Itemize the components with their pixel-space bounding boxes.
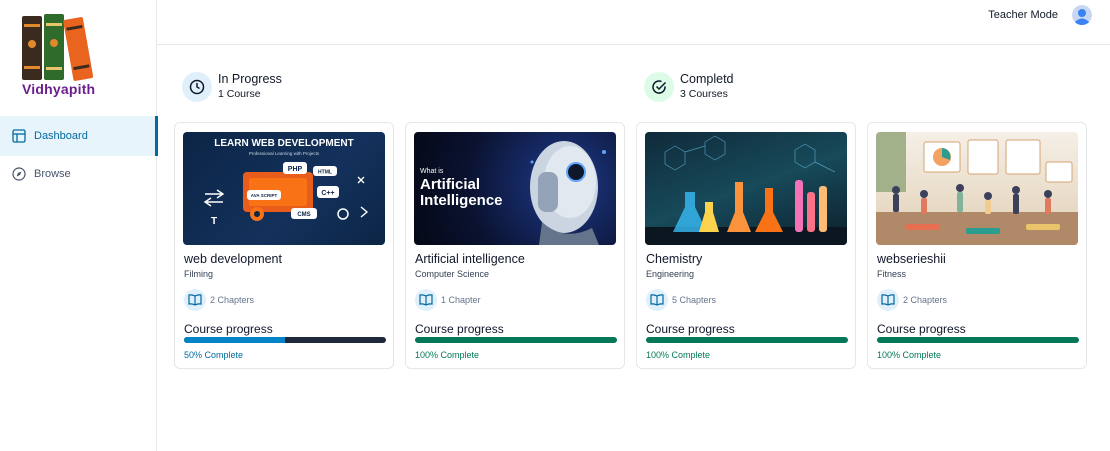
progress-text: 100% Complete xyxy=(646,350,711,360)
stat-completed: Completd 3 Courses xyxy=(644,70,734,104)
course-card-web-development[interactable]: LEARN WEB DEVELOPMENT Professional Learn… xyxy=(174,122,394,369)
progress-fill xyxy=(415,337,617,343)
book-open-icon xyxy=(877,289,899,311)
thumb-tag: HTML xyxy=(318,170,332,176)
stat-title: Completd xyxy=(680,72,734,86)
course-title: Chemistry xyxy=(646,252,703,266)
svg-text:T: T xyxy=(211,216,217,227)
app-root: Vidhyapith Dashboard Browse Teacher Mode… xyxy=(0,0,1110,451)
teacher-mode-button[interactable]: Teacher Mode xyxy=(988,9,1058,21)
progress-bar xyxy=(184,337,386,343)
chapter-count: 1 Chapter xyxy=(415,289,481,311)
books-logo-icon xyxy=(22,14,94,81)
chapter-label: 5 Chapters xyxy=(672,295,717,305)
progress-fill xyxy=(877,337,1079,343)
course-thumbnail xyxy=(876,132,1078,245)
chapter-count: 2 Chapters xyxy=(877,289,947,311)
check-circle-icon xyxy=(644,72,674,102)
clock-icon xyxy=(182,72,212,102)
layout-icon xyxy=(12,129,26,143)
sidebar-item-label: Browse xyxy=(34,168,71,180)
sidebar-item-dashboard[interactable]: Dashboard xyxy=(0,116,158,156)
course-title: web development xyxy=(184,252,282,266)
course-category: Computer Science xyxy=(415,269,490,279)
progress-label: Course progress xyxy=(646,322,735,336)
progress-bar xyxy=(415,337,617,343)
progress-text: 100% Complete xyxy=(415,350,480,360)
thumb-tag: PHP xyxy=(288,166,303,173)
thumb-line2: Intelligence xyxy=(420,192,503,209)
course-card-chemistry[interactable]: Chemistry Engineering 5 Chapters Course … xyxy=(636,122,856,369)
top-header: Teacher Mode xyxy=(157,0,1110,45)
avatar[interactable] xyxy=(1072,5,1092,25)
chapter-label: 2 Chapters xyxy=(210,295,255,305)
course-category: Filming xyxy=(184,269,214,279)
progress-text: 100% Complete xyxy=(877,350,942,360)
stat-subtitle: 3 Courses xyxy=(680,88,728,100)
course-title: webserieshii xyxy=(877,252,946,266)
chapter-count: 2 Chapters xyxy=(184,289,254,311)
course-thumbnail: What is Artificial Intelligence xyxy=(414,132,616,245)
progress-fill xyxy=(646,337,848,343)
thumb-title: LEARN WEB DEVELOPMENT xyxy=(214,138,353,149)
progress-fill xyxy=(184,337,285,343)
course-category: Engineering xyxy=(646,269,695,279)
book-open-icon xyxy=(184,289,206,311)
course-thumbnail xyxy=(645,132,847,245)
thumb-small: What is xyxy=(420,168,444,175)
course-card-webserieshii[interactable]: webserieshii Fitness 2 Chapters Course p… xyxy=(867,122,1087,369)
course-title: Artificial intelligence xyxy=(415,252,525,266)
progress-text: 50% Complete xyxy=(184,350,244,360)
compass-icon xyxy=(12,167,26,181)
chapter-count: 5 Chapters xyxy=(646,289,716,311)
stat-subtitle: 1 Course xyxy=(218,88,261,100)
thumb-subtitle: Professional Learning with Projects xyxy=(249,151,320,156)
book-open-icon xyxy=(646,289,668,311)
stat-in-progress: In Progress 1 Course xyxy=(182,70,282,104)
course-thumbnail: LEARN WEB DEVELOPMENT Professional Learn… xyxy=(183,132,385,245)
book-open-icon xyxy=(415,289,437,311)
brand-name: Vidhyapith xyxy=(22,81,96,97)
progress-label: Course progress xyxy=(415,322,504,336)
chapter-label: 2 Chapters xyxy=(903,295,948,305)
thumb-tag: AVA SCRIPT xyxy=(251,193,278,198)
thumb-line1: Artificial xyxy=(420,176,480,193)
thumb-tag: C++ xyxy=(321,190,334,197)
logo[interactable]: Vidhyapith xyxy=(18,14,98,100)
progress-label: Course progress xyxy=(184,322,273,336)
sidebar-item-label: Dashboard xyxy=(34,130,88,142)
sidebar-item-browse[interactable]: Browse xyxy=(0,154,157,194)
course-category: Fitness xyxy=(877,269,907,279)
progress-label: Course progress xyxy=(877,322,966,336)
chapter-label: 1 Chapter xyxy=(441,295,481,305)
stat-title: In Progress xyxy=(218,72,282,86)
thumb-tag: CMS xyxy=(297,212,310,218)
progress-bar xyxy=(877,337,1079,343)
course-card-artificial-intelligence[interactable]: What is Artificial Intelligence Artifici… xyxy=(405,122,625,369)
sidebar: Vidhyapith Dashboard Browse xyxy=(0,0,158,451)
progress-bar xyxy=(646,337,848,343)
